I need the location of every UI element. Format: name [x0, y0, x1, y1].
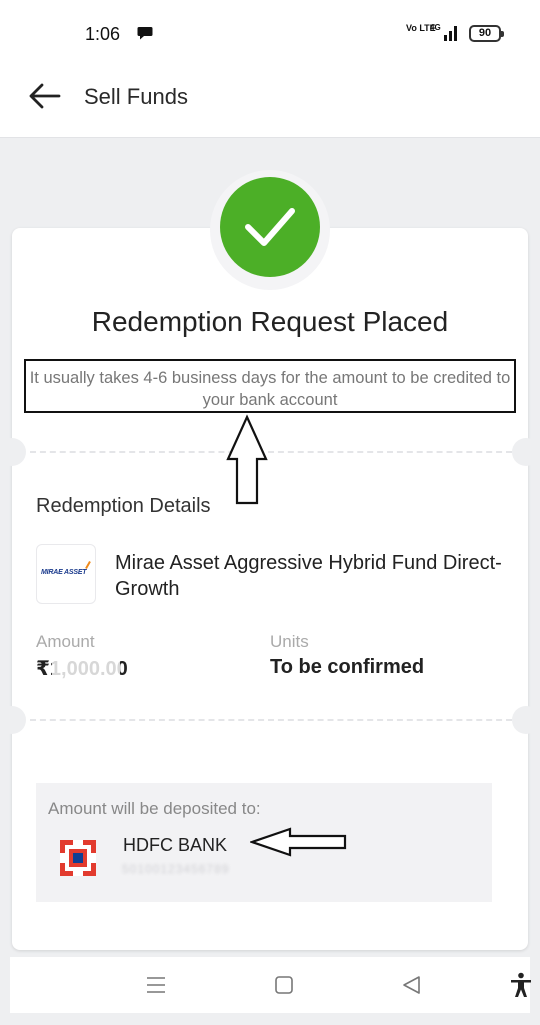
- message-icon: [137, 27, 153, 40]
- fund-name: Mirae Asset Aggressive Hybrid Fund Direc…: [115, 552, 502, 600]
- units-label: Units: [270, 632, 309, 651]
- menu-icon[interactable]: [142, 971, 170, 999]
- bank-account-number: 50100123456789: [122, 862, 230, 876]
- battery-indicator: 90: [469, 25, 504, 42]
- app-header: Sell Funds: [0, 68, 540, 138]
- back-arrow-icon[interactable]: [26, 80, 66, 112]
- fund-logo-text: MIRAE ASSET: [41, 569, 87, 576]
- status-bar: 1:06 Vo LTE 4G 90: [0, 0, 540, 68]
- card-notch-right: [512, 706, 540, 734]
- back-triangle-icon[interactable]: [398, 971, 426, 999]
- success-check-icon: [220, 177, 320, 277]
- home-square-icon[interactable]: [270, 971, 298, 999]
- status-time: 1:06: [85, 24, 121, 44]
- fund-logo: MIRAE ASSET: [36, 544, 96, 604]
- page-title: Sell Funds: [84, 84, 188, 109]
- accessibility-icon[interactable]: [507, 971, 535, 999]
- signal-icon: 4G: [430, 23, 457, 41]
- deposit-caption: Amount will be deposited to:: [48, 799, 261, 818]
- dashed-divider: [30, 451, 512, 453]
- amount-redaction: [52, 657, 120, 679]
- section-title: Redemption Details: [36, 495, 211, 517]
- card-notch-right: [512, 438, 540, 466]
- annotation-left-arrow: [250, 827, 347, 857]
- svg-text:4G: 4G: [430, 23, 441, 32]
- system-navigation-bar: [10, 957, 531, 1013]
- dashed-divider: [30, 719, 512, 721]
- processing-time-message: It usually takes 4-6 business days for t…: [24, 359, 516, 413]
- bank-name: HDFC BANK: [123, 835, 228, 855]
- annotation-up-arrow: [226, 414, 268, 505]
- units-value: To be confirmed: [270, 656, 425, 678]
- amount-label: Amount: [36, 632, 95, 651]
- confirmation-heading: Redemption Request Placed: [91, 306, 449, 337]
- hdfc-bank-logo-icon: [60, 840, 96, 876]
